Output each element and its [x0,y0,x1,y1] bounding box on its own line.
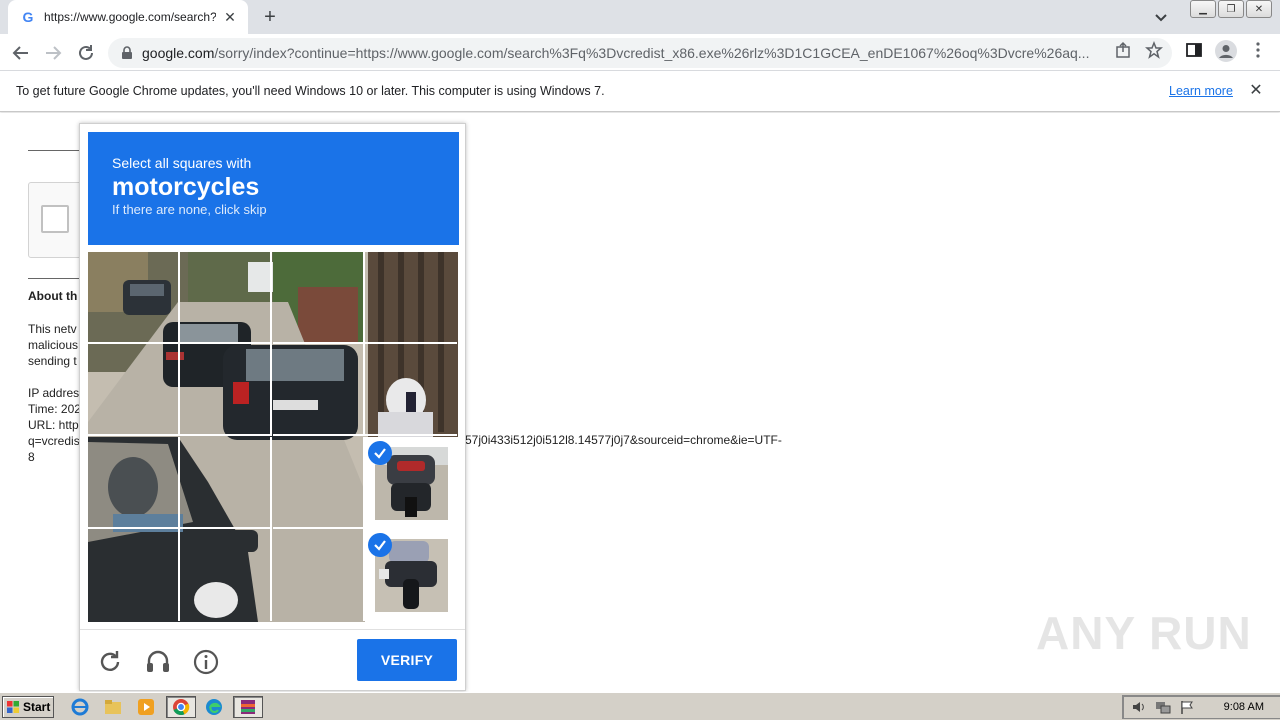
audio-challenge-icon[interactable] [144,648,172,676]
tab-title: https://www.google.com/search?q= [44,10,216,24]
start-label: Start [23,700,51,714]
captcha-tile[interactable] [365,252,457,344]
captcha-tile[interactable] [273,529,365,621]
url-path: /sorry/index?continue=https://www.google… [214,45,1090,61]
media-player-icon[interactable] [134,696,158,718]
infobar-message: To get future Google Chrome updates, you… [16,84,605,98]
about-heading: About th [28,289,78,303]
learn-more-link[interactable]: Learn more [1169,84,1233,98]
captcha-tile[interactable] [273,437,365,529]
profile-avatar-icon[interactable] [1215,40,1237,62]
new-tab-button[interactable]: + [258,6,282,28]
system-tray: 9:08 AM [1122,695,1280,719]
info-line: q=vcredis [28,434,80,448]
forward-icon[interactable] [42,42,64,64]
address-bar[interactable]: google.com/sorry/index?continue=https://… [108,38,1172,68]
reload-icon[interactable] [75,42,97,64]
recaptcha-checkbox[interactable] [41,205,69,233]
info-line: IP addres [28,386,80,400]
captcha-tile[interactable] [88,437,180,529]
lock-icon[interactable] [120,46,134,60]
captcha-tile[interactable] [365,344,457,436]
captcha-challenge: Select all squares with motorcycles If t… [79,123,466,691]
body-line: This netv [28,322,77,336]
captcha-image-grid [88,252,458,622]
taskbar-clock[interactable]: 9:08 AM [1224,701,1264,713]
windows-flag-icon [7,701,19,713]
network-icon[interactable] [1155,699,1171,715]
ie-icon[interactable] [68,696,92,718]
captcha-footer: VERIFY [80,629,465,691]
url-tail-text: 57j0i433i512j0i512l8.14577j0j7&sourceid=… [465,433,782,447]
captcha-keyword: motorcycles [112,173,260,201]
divider [28,150,80,151]
reload-challenge-icon[interactable] [96,648,124,676]
tab-close-icon[interactable]: ✕ [222,9,238,25]
captcha-hint: If there are none, click skip [112,202,267,217]
captcha-tile-selected[interactable] [365,529,458,622]
restore-button[interactable]: ❐ [1218,0,1244,18]
verify-button[interactable]: VERIFY [357,639,457,681]
captcha-tile[interactable] [88,344,180,436]
share-icon[interactable] [1114,41,1132,59]
captcha-tile[interactable] [88,252,180,344]
back-icon[interactable] [10,42,32,64]
tab-search-chevron-icon[interactable] [1152,8,1170,26]
captcha-tile[interactable] [88,529,180,621]
captcha-tile[interactable] [180,252,272,344]
winrar-icon[interactable] [233,696,263,718]
update-infobar: To get future Google Chrome updates, you… [0,71,1280,112]
info-line: Time: 202 [28,402,81,416]
menu-kebab-icon[interactable] [1249,41,1267,59]
captcha-tile[interactable] [273,344,365,436]
google-favicon-icon: G [22,9,34,25]
body-line: sending t [28,354,77,368]
info-icon[interactable] [192,648,220,676]
captcha-tile-selected[interactable] [365,437,458,529]
divider [28,278,80,279]
tab-strip: G https://www.google.com/search?q= ✕ + ▁… [0,0,1280,34]
edge-icon[interactable] [202,696,226,718]
captcha-tile[interactable] [273,252,365,344]
start-button[interactable]: Start [2,696,54,718]
captcha-tile[interactable] [180,437,272,529]
captcha-instruction: Select all squares with [112,155,252,171]
body-line: malicious [28,338,79,352]
captcha-prompt: Select all squares with motorcycles If t… [88,132,459,245]
browser-toolbar: google.com/sorry/index?continue=https://… [0,34,1280,71]
infobar-close-icon[interactable]: ✕ [1248,83,1264,99]
captcha-tile[interactable] [180,529,272,621]
captcha-tile[interactable] [180,344,272,436]
taskbar: Start 9:08 AM [0,692,1280,720]
info-line: 8 [28,450,35,464]
anyrun-watermark: ANY RUN [1036,607,1252,659]
url-domain: google.com [142,45,215,61]
url-text: google.com/sorry/index?continue=https://… [142,45,1172,61]
explorer-folder-icon[interactable] [101,696,125,718]
window-controls: ▁ ❐ ✕ [1188,0,1272,18]
selected-check-icon [368,533,392,557]
minimize-button[interactable]: ▁ [1190,0,1216,18]
info-line: URL: http [28,418,79,432]
volume-icon[interactable] [1131,699,1147,715]
side-panel-icon[interactable] [1185,41,1203,59]
chrome-taskbar-icon[interactable] [166,696,196,718]
action-center-flag-icon[interactable] [1179,699,1195,715]
selected-check-icon [368,441,392,465]
bookmark-star-icon[interactable] [1145,41,1163,59]
close-window-button[interactable]: ✕ [1246,0,1272,18]
browser-tab[interactable]: G https://www.google.com/search?q= ✕ [8,0,248,34]
